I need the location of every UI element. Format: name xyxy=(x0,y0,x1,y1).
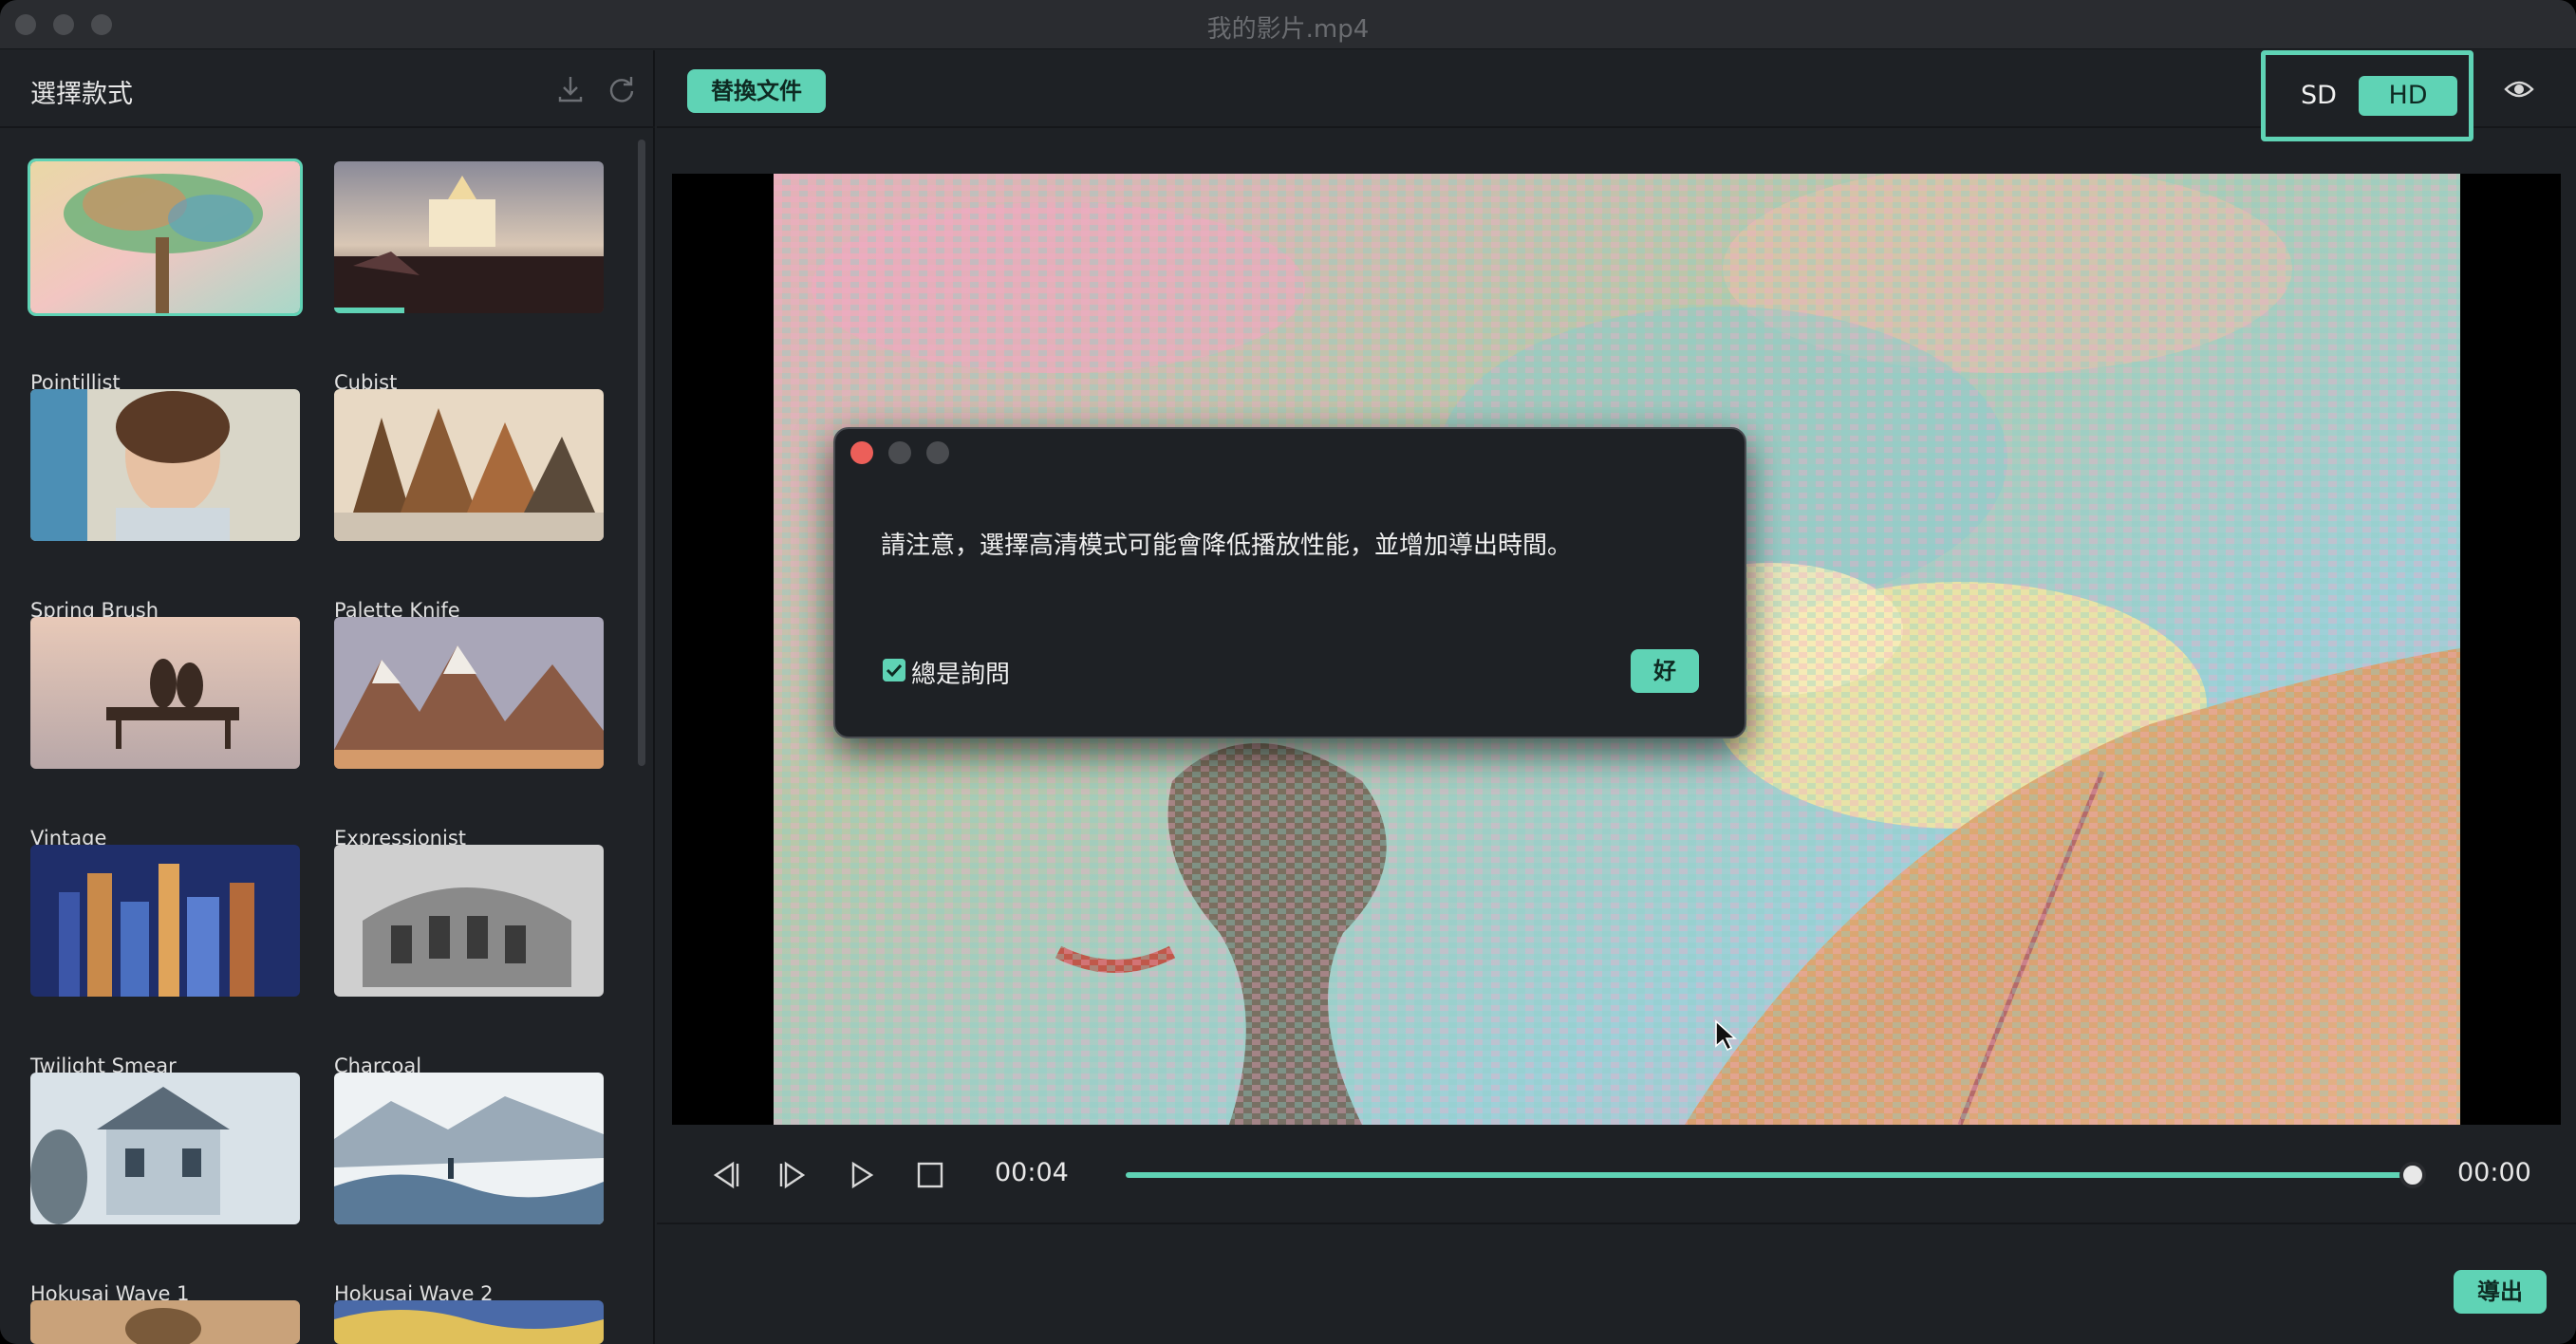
style-thumb-vintage[interactable] xyxy=(30,617,300,769)
style-thumb-pointillist[interactable] xyxy=(28,159,303,316)
next-frame-icon[interactable] xyxy=(776,1158,811,1192)
ok-button[interactable]: 好 xyxy=(1631,649,1699,693)
hd-option[interactable]: HD xyxy=(2359,76,2457,116)
dialog-minimize-button xyxy=(888,441,911,464)
sidebar-title: 選擇款式 xyxy=(30,80,133,109)
style-thumb-spring-brush[interactable] xyxy=(30,389,300,541)
play-icon[interactable] xyxy=(845,1158,879,1192)
playback-controls: 00:04 00:00 xyxy=(657,1129,2576,1224)
sd-option[interactable]: SD xyxy=(2290,76,2347,116)
dialog-close-button[interactable] xyxy=(850,441,873,464)
download-icon[interactable] xyxy=(554,73,587,105)
mouse-cursor-icon xyxy=(1715,1019,1737,1052)
total-time: 00:00 xyxy=(2457,1158,2531,1187)
style-thumb-twilight-smear[interactable] xyxy=(30,845,300,997)
style-thumb[interactable] xyxy=(30,1300,300,1344)
hd-warning-dialog: 請注意，選擇高清模式可能會降低播放性能，並增加導出時間。 總是詢問 好 xyxy=(833,427,1746,738)
progress-slider-knob[interactable] xyxy=(2399,1162,2426,1188)
quality-toggle: SD HD xyxy=(2261,50,2473,141)
sidebar-scrollbar[interactable] xyxy=(638,140,645,766)
style-thumb-expressionist[interactable] xyxy=(334,617,604,769)
main-toolbar: 替換文件 SD HD xyxy=(657,50,2576,141)
sidebar-header: 選擇款式 xyxy=(0,50,655,128)
export-button[interactable]: 導出 xyxy=(2454,1270,2547,1314)
refresh-icon[interactable] xyxy=(606,73,638,105)
stop-icon[interactable] xyxy=(913,1158,947,1192)
style-progress-bar xyxy=(334,308,404,313)
style-thumb-hokusai-wave-1[interactable] xyxy=(30,1073,300,1224)
dialog-zoom-button xyxy=(926,441,949,464)
current-time: 00:04 xyxy=(995,1158,1069,1187)
style-thumb[interactable] xyxy=(334,1300,604,1344)
always-ask-checkbox[interactable] xyxy=(883,659,905,681)
style-thumb-cubist[interactable] xyxy=(334,161,604,313)
always-ask-label[interactable]: 總是詢問 xyxy=(911,655,1010,690)
app-window: 我的影片.mp4 選擇款式 Pointillist Cubist Spring … xyxy=(0,0,2576,1344)
style-thumb-hokusai-wave-2[interactable] xyxy=(334,1073,604,1224)
style-thumb-charcoal[interactable] xyxy=(334,845,604,997)
style-thumb-palette-knife[interactable] xyxy=(334,389,604,541)
previous-frame-icon[interactable] xyxy=(708,1158,742,1192)
eye-icon[interactable] xyxy=(2504,76,2534,103)
replace-file-button[interactable]: 替換文件 xyxy=(687,69,826,113)
bottom-bar: 導出 xyxy=(657,1223,2576,1344)
progress-slider[interactable] xyxy=(1126,1172,2413,1178)
window-title: 我的影片.mp4 xyxy=(1206,15,1370,44)
dialog-message: 請注意，選擇高清模式可能會降低播放性能，並增加導出時間。 xyxy=(881,532,1573,560)
title-bar: 我的影片.mp4 xyxy=(0,0,2576,49)
style-sidebar: 選擇款式 Pointillist Cubist Spring Brush Pal… xyxy=(0,50,655,1344)
